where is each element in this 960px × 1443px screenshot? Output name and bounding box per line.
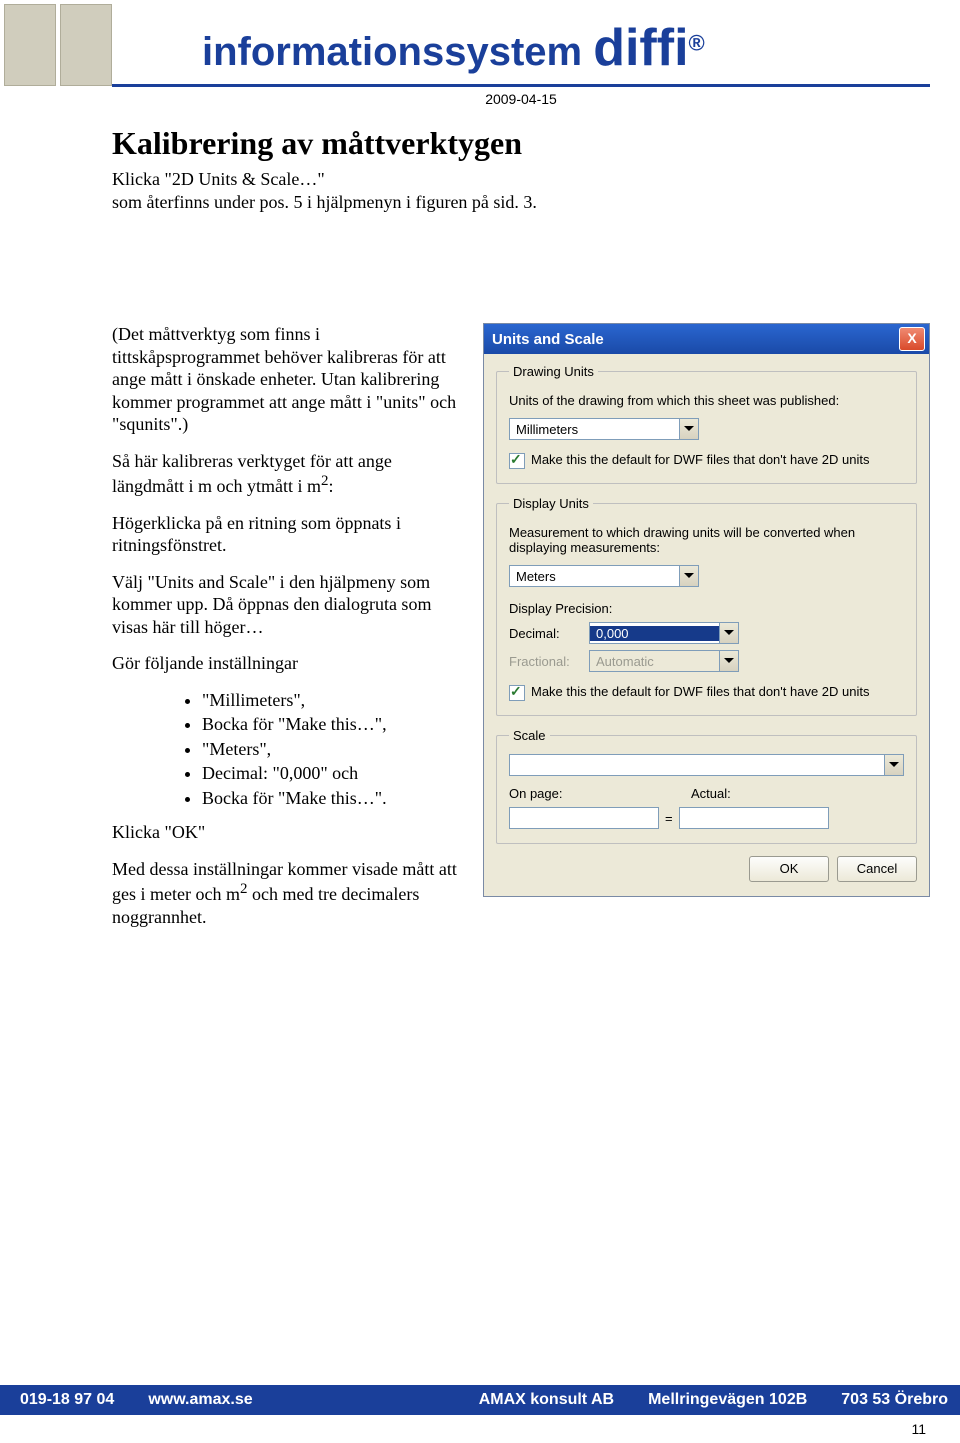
intro-line-1: Klicka "2D Units & Scale…"	[112, 168, 930, 191]
header-title-prefix: informationssystem	[202, 30, 593, 74]
fractional-value: Automatic	[590, 654, 719, 669]
decimal-value: 0,000	[590, 626, 719, 641]
display-units-default-checkbox[interactable]	[509, 685, 525, 701]
chevron-down-icon	[679, 566, 698, 586]
page-number: 11	[911, 1421, 926, 1437]
display-units-group: Display Units Measurement to which drawi…	[496, 496, 917, 716]
actual-label: Actual:	[691, 786, 731, 801]
units-and-scale-dialog: Units and Scale X Drawing Units Units of…	[483, 323, 930, 897]
onpage-input[interactable]	[509, 807, 659, 829]
scale-combo[interactable]	[509, 754, 904, 776]
display-units-legend: Display Units	[509, 496, 593, 511]
cancel-button[interactable]: Cancel	[837, 856, 917, 882]
display-units-combo[interactable]: Meters	[509, 565, 699, 587]
decimal-combo[interactable]: 0,000	[589, 622, 739, 644]
dialog-title: Units and Scale	[492, 331, 604, 348]
background-decoration	[0, 0, 105, 91]
ok-button[interactable]: OK	[749, 856, 829, 882]
display-units-value: Meters	[510, 569, 679, 584]
settings-list: "Millimeters", Bocka för "Make this…", "…	[112, 689, 463, 810]
paragraph-4: Välj "Units and Scale" i den hjälpmeny s…	[112, 571, 463, 639]
fractional-label: Fractional:	[509, 654, 581, 669]
equals-sign: =	[665, 811, 673, 826]
drawing-units-checkbox-label: Make this the default for DWF files that…	[531, 452, 869, 467]
display-units-caption: Measurement to which drawing units will …	[509, 525, 904, 555]
footer-url: www.amax.se	[148, 1391, 252, 1409]
footer-postal: 703 53 Örebro	[841, 1391, 948, 1409]
footer-address: Mellringevägen 102B	[648, 1391, 807, 1409]
drawing-units-caption: Units of the drawing from which this she…	[509, 393, 904, 408]
footer-phone: 019-18 97 04	[20, 1391, 114, 1409]
page-title: Kalibrering av måttverktygen	[112, 125, 930, 162]
display-precision-label: Display Precision:	[509, 601, 904, 616]
paragraph-6: Klicka "OK"	[112, 821, 463, 844]
display-units-checkbox-label: Make this the default for DWF files that…	[531, 684, 869, 699]
drawing-units-group: Drawing Units Units of the drawing from …	[496, 364, 917, 484]
dialog-titlebar: Units and Scale X	[484, 324, 929, 354]
drawing-units-legend: Drawing Units	[509, 364, 598, 379]
footer-company: AMAX konsult AB	[479, 1391, 614, 1409]
scale-group: Scale On page: Actual: =	[496, 728, 917, 844]
chevron-down-icon	[679, 419, 698, 439]
chevron-down-icon	[884, 755, 903, 775]
scale-legend: Scale	[509, 728, 550, 743]
registered-mark: ®	[689, 31, 705, 56]
fractional-combo: Automatic	[589, 650, 739, 672]
decimal-label: Decimal:	[509, 626, 581, 641]
header-brand: diffi	[593, 19, 688, 77]
paragraph-1: (Det måttverktyg som finns i tittskåpspr…	[112, 323, 463, 436]
paragraph-2: Så här kalibreras verktyget för att ange…	[112, 450, 463, 498]
chevron-down-icon	[719, 623, 738, 643]
paragraph-7: Med dessa inställningar kommer visade må…	[112, 858, 463, 929]
paragraph-5: Gör följande inställningar	[112, 652, 463, 675]
actual-input[interactable]	[679, 807, 829, 829]
list-item: Bocka för "Make this…",	[202, 713, 463, 736]
drawing-units-combo[interactable]: Millimeters	[509, 418, 699, 440]
chevron-down-icon	[719, 651, 738, 671]
list-item: Decimal: "0,000" och	[202, 762, 463, 785]
list-item: "Millimeters",	[202, 689, 463, 712]
list-item: Bocka för "Make this…".	[202, 787, 463, 810]
onpage-label: On page:	[509, 786, 639, 801]
drawing-units-default-checkbox[interactable]	[509, 453, 525, 469]
list-item: "Meters",	[202, 738, 463, 761]
close-icon[interactable]: X	[899, 327, 925, 351]
footer-bar: 019-18 97 04 www.amax.se AMAX konsult AB…	[0, 1385, 960, 1415]
drawing-units-value: Millimeters	[510, 422, 679, 437]
intro-line-2: som återfinns under pos. 5 i hjälpmenyn …	[112, 191, 930, 214]
header-rule	[112, 84, 930, 87]
paragraph-3: Högerklicka på en ritning som öppnats i …	[112, 512, 463, 557]
header-title: informationssystem diffi®	[202, 18, 930, 78]
header-date: 2009-04-15	[112, 91, 930, 107]
